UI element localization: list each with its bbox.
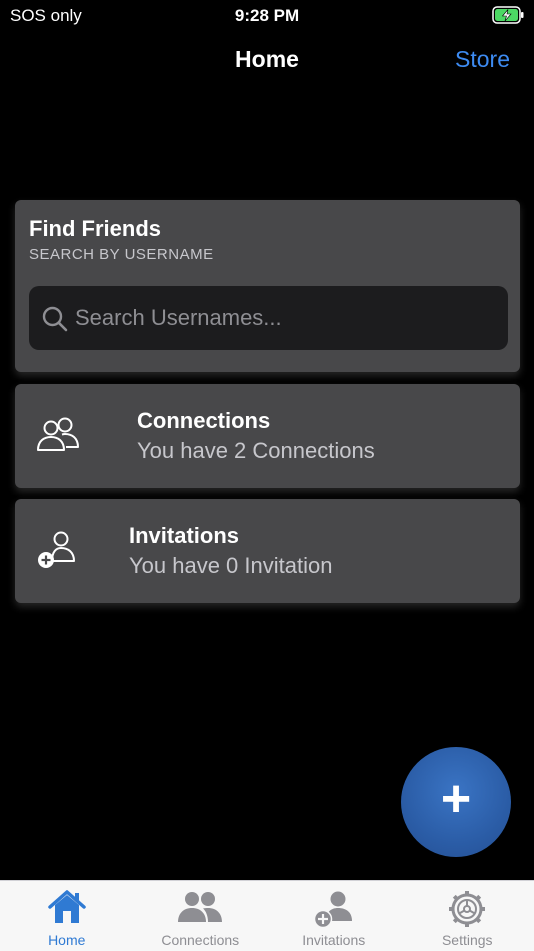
tab-bar: Home Connections Invitations: [0, 880, 534, 951]
tab-invitations[interactable]: Invitations: [267, 881, 401, 951]
connections-count: You have 2 Connections: [137, 438, 375, 464]
search-icon: [41, 305, 69, 333]
find-friends-card: Find Friends SEARCH BY USERNAME: [15, 200, 520, 372]
tab-home-label: Home: [0, 932, 134, 948]
battery-charging-icon: [492, 6, 524, 24]
invitations-count: You have 0 Invitation: [129, 553, 332, 579]
home-icon: [47, 889, 87, 925]
tab-settings-label: Settings: [401, 932, 534, 948]
page-title: Home: [0, 46, 534, 73]
add-person-icon: [35, 529, 83, 573]
status-time: 9:28 PM: [0, 6, 534, 26]
gear-icon: [447, 889, 487, 929]
tab-home[interactable]: Home: [0, 881, 134, 951]
search-box[interactable]: [29, 286, 508, 350]
find-friends-subtitle: SEARCH BY USERNAME: [29, 246, 214, 263]
invitations-card[interactable]: Invitations You have 0 Invitation: [15, 499, 520, 603]
invitations-title: Invitations: [129, 523, 239, 549]
tab-connections-label: Connections: [134, 932, 268, 948]
people-icon: [35, 414, 83, 458]
add-floating-button[interactable]: +: [401, 747, 511, 857]
connections-card[interactable]: Connections You have 2 Connections: [15, 384, 520, 488]
tab-settings[interactable]: Settings: [401, 881, 534, 951]
find-friends-title: Find Friends: [29, 216, 161, 242]
tab-invitations-label: Invitations: [267, 932, 401, 948]
people-icon: [176, 889, 224, 925]
tab-connections[interactable]: Connections: [134, 881, 268, 951]
plus-icon: +: [401, 769, 511, 829]
search-input[interactable]: [75, 286, 495, 350]
store-button[interactable]: Store: [455, 46, 510, 73]
status-bar: SOS only 9:28 PM: [0, 0, 534, 32]
connections-title: Connections: [137, 408, 270, 434]
add-person-icon: [312, 889, 356, 929]
